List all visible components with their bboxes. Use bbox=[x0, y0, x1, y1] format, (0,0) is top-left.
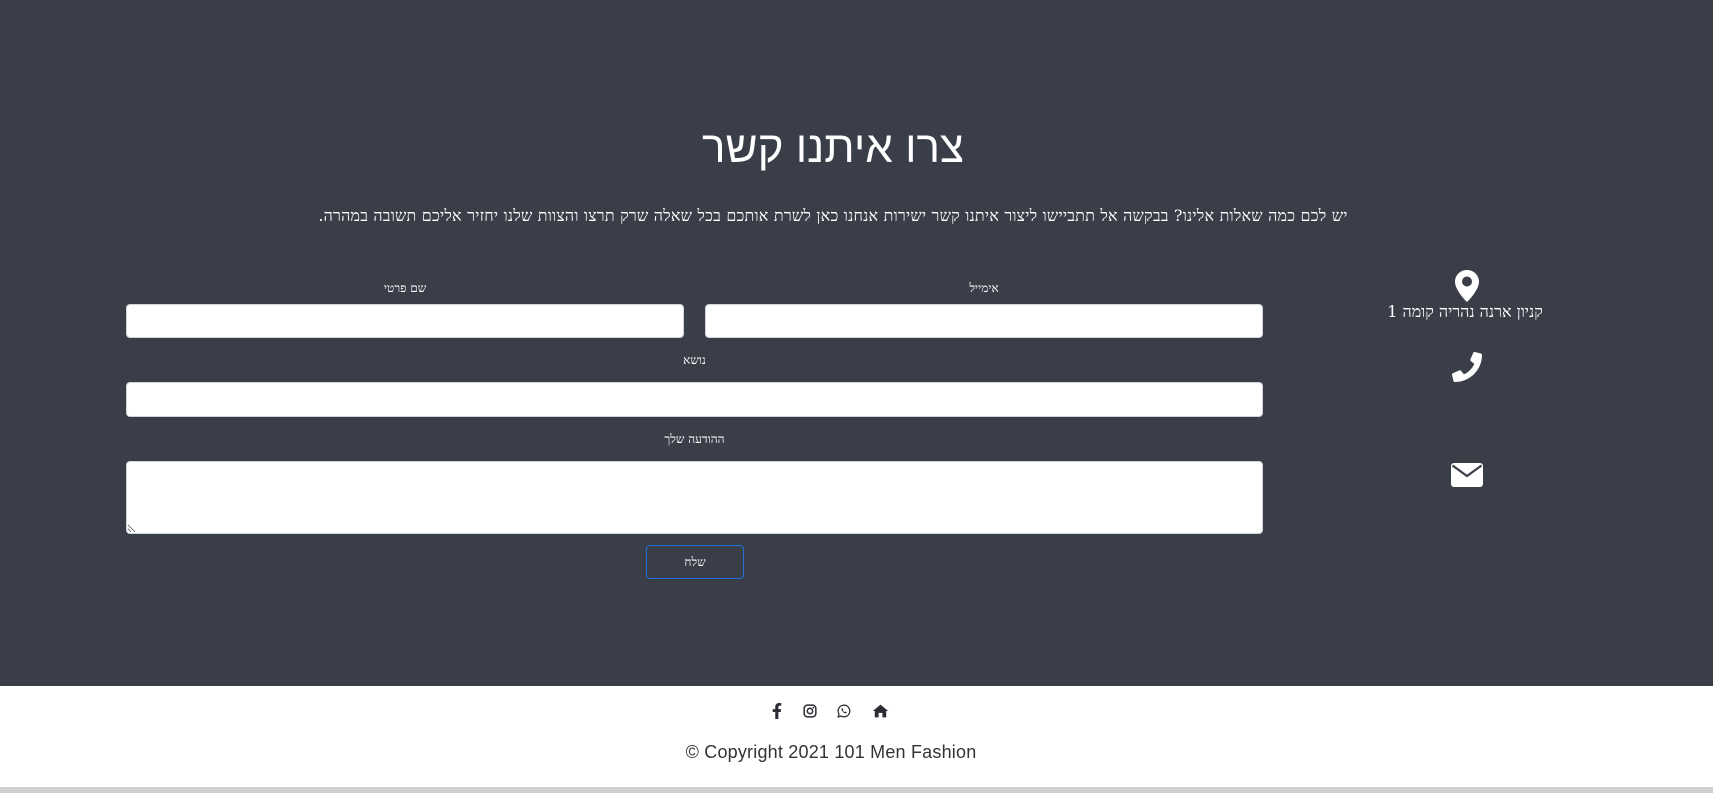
footer bbox=[0, 686, 1713, 787]
subject-field[interactable] bbox=[126, 382, 1263, 417]
message-label: ההודעה שלך bbox=[664, 432, 725, 446]
email-field[interactable] bbox=[705, 304, 1263, 338]
home-link[interactable] bbox=[869, 700, 891, 722]
contact-section: צרו איתנו קשר יש לכם כמה שאלות אלינו? בב… bbox=[0, 0, 1713, 686]
phone-icon[interactable] bbox=[1452, 352, 1482, 382]
footer-bottom-bar bbox=[0, 787, 1713, 793]
email-label: אימייל bbox=[969, 281, 999, 295]
map-marker-icon bbox=[1455, 270, 1479, 302]
whatsapp-link[interactable] bbox=[833, 700, 855, 722]
page-title: צרו איתנו קשר bbox=[701, 123, 965, 172]
instagram-icon bbox=[803, 704, 817, 718]
first-name-label: שם פרטי bbox=[383, 281, 427, 295]
page-subtitle: יש לכם כמה שאלות אלינו? בבקשה אל תתביישו… bbox=[318, 206, 1348, 225]
instagram-link[interactable] bbox=[799, 700, 821, 722]
subject-label: נושא bbox=[683, 353, 706, 367]
envelope-icon[interactable] bbox=[1451, 463, 1483, 487]
facebook-link[interactable] bbox=[766, 700, 788, 722]
whatsapp-icon bbox=[837, 704, 851, 718]
submit-button[interactable]: שלח bbox=[646, 545, 744, 579]
facebook-icon bbox=[772, 703, 782, 719]
home-icon bbox=[872, 704, 888, 718]
first-name-field[interactable] bbox=[126, 304, 684, 338]
copyright-text: © Copyright 2021 101 Men Fashion bbox=[685, 742, 977, 762]
address-text: קניון ארנה נהריה קומה 1 bbox=[1387, 302, 1543, 321]
message-field[interactable] bbox=[126, 461, 1263, 534]
